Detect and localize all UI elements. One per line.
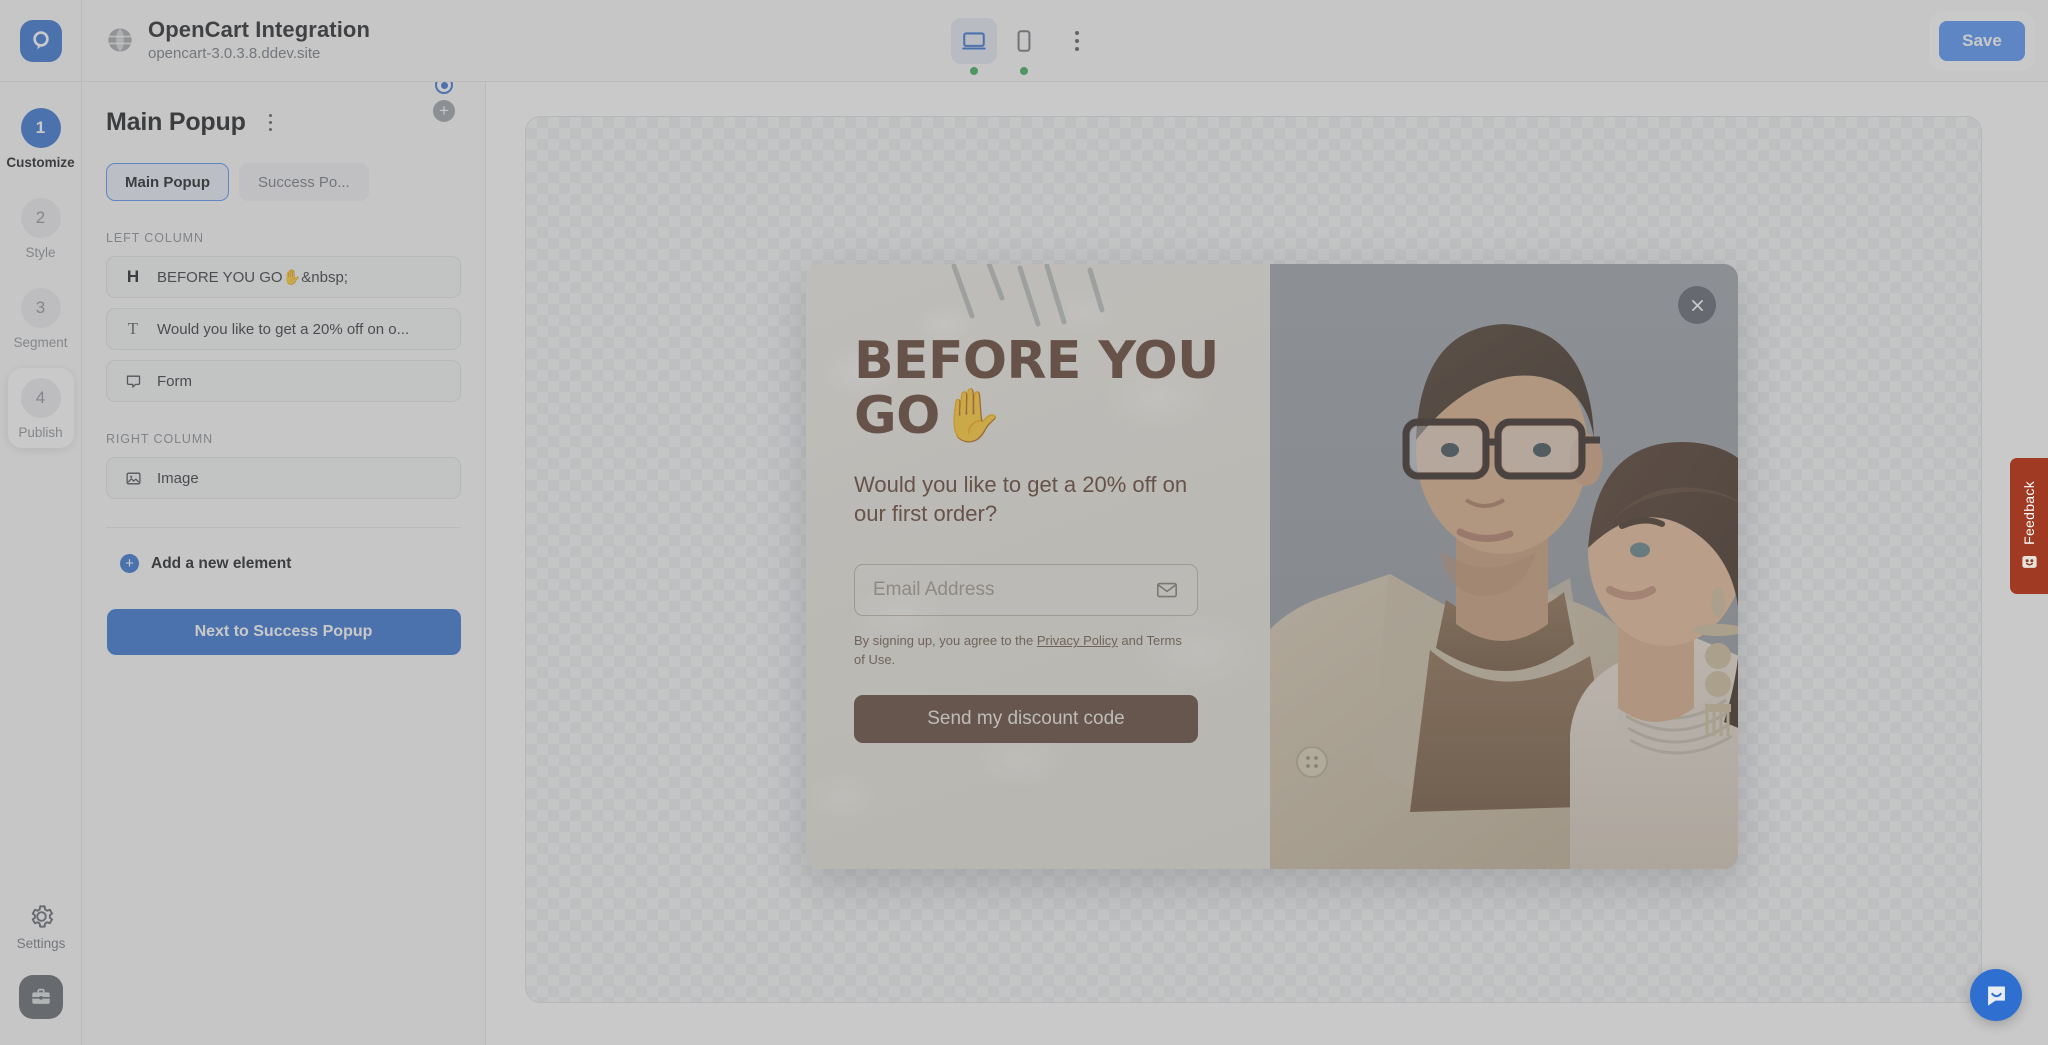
- app-root: OpenCart Integration opencart-3.0.3.8.dd…: [0, 0, 2048, 1045]
- preview-canvas: BEFORE YOU GO✋ Would you like to get a 2…: [525, 116, 1982, 1003]
- popup-preview: BEFORE YOU GO✋ Would you like to get a 2…: [806, 264, 1738, 869]
- element-label: Image: [157, 469, 199, 487]
- add-page-button[interactable]: +: [433, 100, 455, 122]
- chat-widget-button[interactable]: [1970, 969, 2022, 1021]
- text-icon: T: [127, 319, 139, 338]
- sidebar-header: Main Popup +: [106, 76, 461, 137]
- step-label: Segment: [13, 335, 68, 350]
- popup-right-column: [1270, 264, 1738, 869]
- device-mobile-button[interactable]: [1001, 18, 1047, 75]
- device-desktop-button[interactable]: [951, 17, 997, 75]
- popup-legal-text: By signing up, you agree to the Privacy …: [854, 632, 1184, 669]
- element-label: Form: [157, 372, 192, 390]
- popup-options-menu-button[interactable]: [260, 110, 282, 136]
- chat-bubble-icon: [1987, 986, 2005, 1006]
- privacy-policy-link[interactable]: Privacy Policy: [1037, 633, 1118, 648]
- step-rail: 1 Customize 2 Style 3 Segment 4 Publish: [0, 82, 82, 1045]
- heading-icon: H: [126, 267, 140, 286]
- gear-icon: [31, 905, 53, 928]
- save-button[interactable]: Save: [1939, 20, 2025, 61]
- kebab-menu-icon: [1075, 30, 1079, 35]
- page-title: Main Popup: [106, 108, 246, 136]
- step-label: Style: [25, 245, 56, 260]
- feedback-tab[interactable]: Feedback: [2010, 458, 2048, 594]
- briefcase-icon: [32, 988, 50, 1004]
- step-number: 3: [20, 288, 61, 328]
- element-row-image[interactable]: Image: [106, 457, 461, 499]
- settings-label: Settings: [16, 936, 66, 951]
- close-popup-button[interactable]: [1678, 286, 1716, 324]
- top-bar: OpenCart Integration opencart-3.0.3.8.dd…: [0, 0, 2048, 82]
- tab-success-popup[interactable]: Success Po...: [239, 163, 369, 201]
- smiley-face-icon: [2021, 556, 2037, 569]
- popup-headline: BEFORE YOU GO✋: [854, 331, 1222, 447]
- rail-step-style[interactable]: 2 Style: [8, 188, 74, 268]
- rail-step-segment[interactable]: 3 Segment: [8, 278, 74, 358]
- rail-step-publish[interactable]: 4 Publish: [7, 368, 74, 448]
- element-row-text[interactable]: T Would you like to get a 20% off on o..…: [106, 308, 461, 350]
- popup-headline-text: BEFORE YOU GO: [854, 331, 1219, 447]
- desktop-icon: [962, 31, 986, 50]
- send-discount-code-button[interactable]: Send my discount code: [854, 695, 1198, 744]
- mobile-icon: [1017, 29, 1031, 52]
- tab-main-popup[interactable]: Main Popup: [106, 163, 229, 201]
- step-number: 4: [20, 378, 61, 418]
- device-toggle-group: [951, 17, 1097, 75]
- email-placeholder: Email Address: [873, 579, 995, 601]
- email-input[interactable]: Email Address: [854, 564, 1198, 617]
- legal-prefix: By signing up, you agree to the: [854, 633, 1037, 649]
- raised-hand-emoji-icon: ✋: [939, 386, 1005, 447]
- step-list: 1 Customize 2 Style 3 Segment 4 Publish: [0, 82, 81, 448]
- site-title: OpenCart Integration: [148, 16, 371, 42]
- plus-circle-icon: +: [120, 554, 139, 573]
- mobile-status-dot: [1020, 66, 1028, 75]
- desktop-status-dot: [970, 66, 978, 75]
- step-label: Customize: [6, 155, 75, 170]
- save-button-highlight: Save: [1930, 11, 2034, 70]
- right-column-label: RIGHT COLUMN: [106, 432, 214, 446]
- element-label: BEFORE YOU GO✋&nbsp;: [157, 269, 348, 286]
- next-to-success-popup-button[interactable]: Next to Success Popup: [106, 609, 461, 655]
- close-icon: [1691, 299, 1703, 311]
- optimonk-logo-icon: [19, 19, 62, 62]
- feedback-label: Feedback: [2021, 480, 2037, 545]
- globe-icon: [108, 28, 132, 53]
- left-column-label: LEFT COLUMN: [106, 231, 204, 245]
- sidebar-corner-controls: +: [433, 76, 455, 122]
- element-row-heading[interactable]: H BEFORE YOU GO✋&nbsp;: [106, 256, 461, 298]
- form-icon: [123, 373, 143, 390]
- step-number: 1: [20, 108, 61, 148]
- sidebar-divider: [106, 527, 461, 528]
- element-row-form[interactable]: Form: [106, 360, 461, 402]
- workspace-button[interactable]: [19, 975, 63, 1019]
- site-info[interactable]: OpenCart Integration opencart-3.0.3.8.dd…: [106, 17, 370, 64]
- editor-sidebar: Main Popup + Main Popup Success Po... LE…: [82, 76, 486, 1045]
- popup-content: BEFORE YOU GO✋ Would you like to get a 2…: [854, 331, 1222, 744]
- settings-button[interactable]: Settings: [16, 903, 66, 951]
- preview-more-menu-button[interactable]: [1057, 18, 1097, 64]
- couple-fashion-photo: [1270, 264, 1738, 869]
- kebab-menu-icon: [268, 113, 273, 118]
- envelope-icon: [1156, 583, 1177, 598]
- popup-subheadline: Would you like to get a 20% off on our f…: [854, 472, 1188, 527]
- popup-left-column: BEFORE YOU GO✋ Would you like to get a 2…: [806, 264, 1270, 869]
- element-label: Would you like to get a 20% off on o...: [157, 320, 410, 338]
- rail-step-customize[interactable]: 1 Customize: [6, 98, 75, 178]
- app-logo[interactable]: [0, 0, 82, 82]
- popup-tabs: Main Popup Success Po...: [106, 163, 461, 201]
- add-new-element-button[interactable]: + Add a new element: [120, 554, 461, 573]
- step-number: 2: [20, 198, 61, 238]
- step-label: Publish: [18, 425, 63, 440]
- image-icon: [123, 470, 143, 487]
- rail-bottom-group: Settings: [0, 903, 82, 1019]
- site-url: opencart-3.0.3.8.ddev.site: [148, 44, 321, 62]
- add-new-element-label: Add a new element: [151, 554, 292, 572]
